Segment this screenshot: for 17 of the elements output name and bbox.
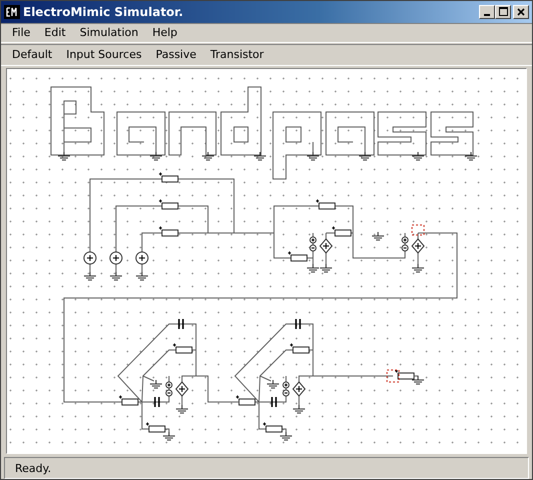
close-button[interactable]	[513, 4, 529, 19]
minimize-button[interactable]	[479, 4, 495, 19]
menu-item[interactable]: Simulation	[72, 26, 146, 40]
toolbar-item[interactable]: Transistor	[203, 48, 271, 62]
toolbar-item[interactable]: Default	[5, 48, 60, 62]
status-text: Ready.	[15, 462, 52, 475]
maximize-icon	[498, 7, 508, 16]
menu-item[interactable]: Help	[145, 26, 184, 40]
app-icon	[4, 4, 20, 19]
maximize-button[interactable]	[495, 4, 511, 19]
minimize-icon	[484, 14, 490, 16]
close-icon	[517, 8, 525, 16]
menu-item[interactable]: File	[5, 26, 38, 40]
toolbar-item[interactable]: Passive	[148, 48, 204, 62]
menu-item[interactable]: Edit	[37, 26, 73, 40]
window-title: ElectroMimic Simulator.	[23, 4, 184, 19]
toolbar-item[interactable]: Input Sources	[59, 48, 149, 62]
